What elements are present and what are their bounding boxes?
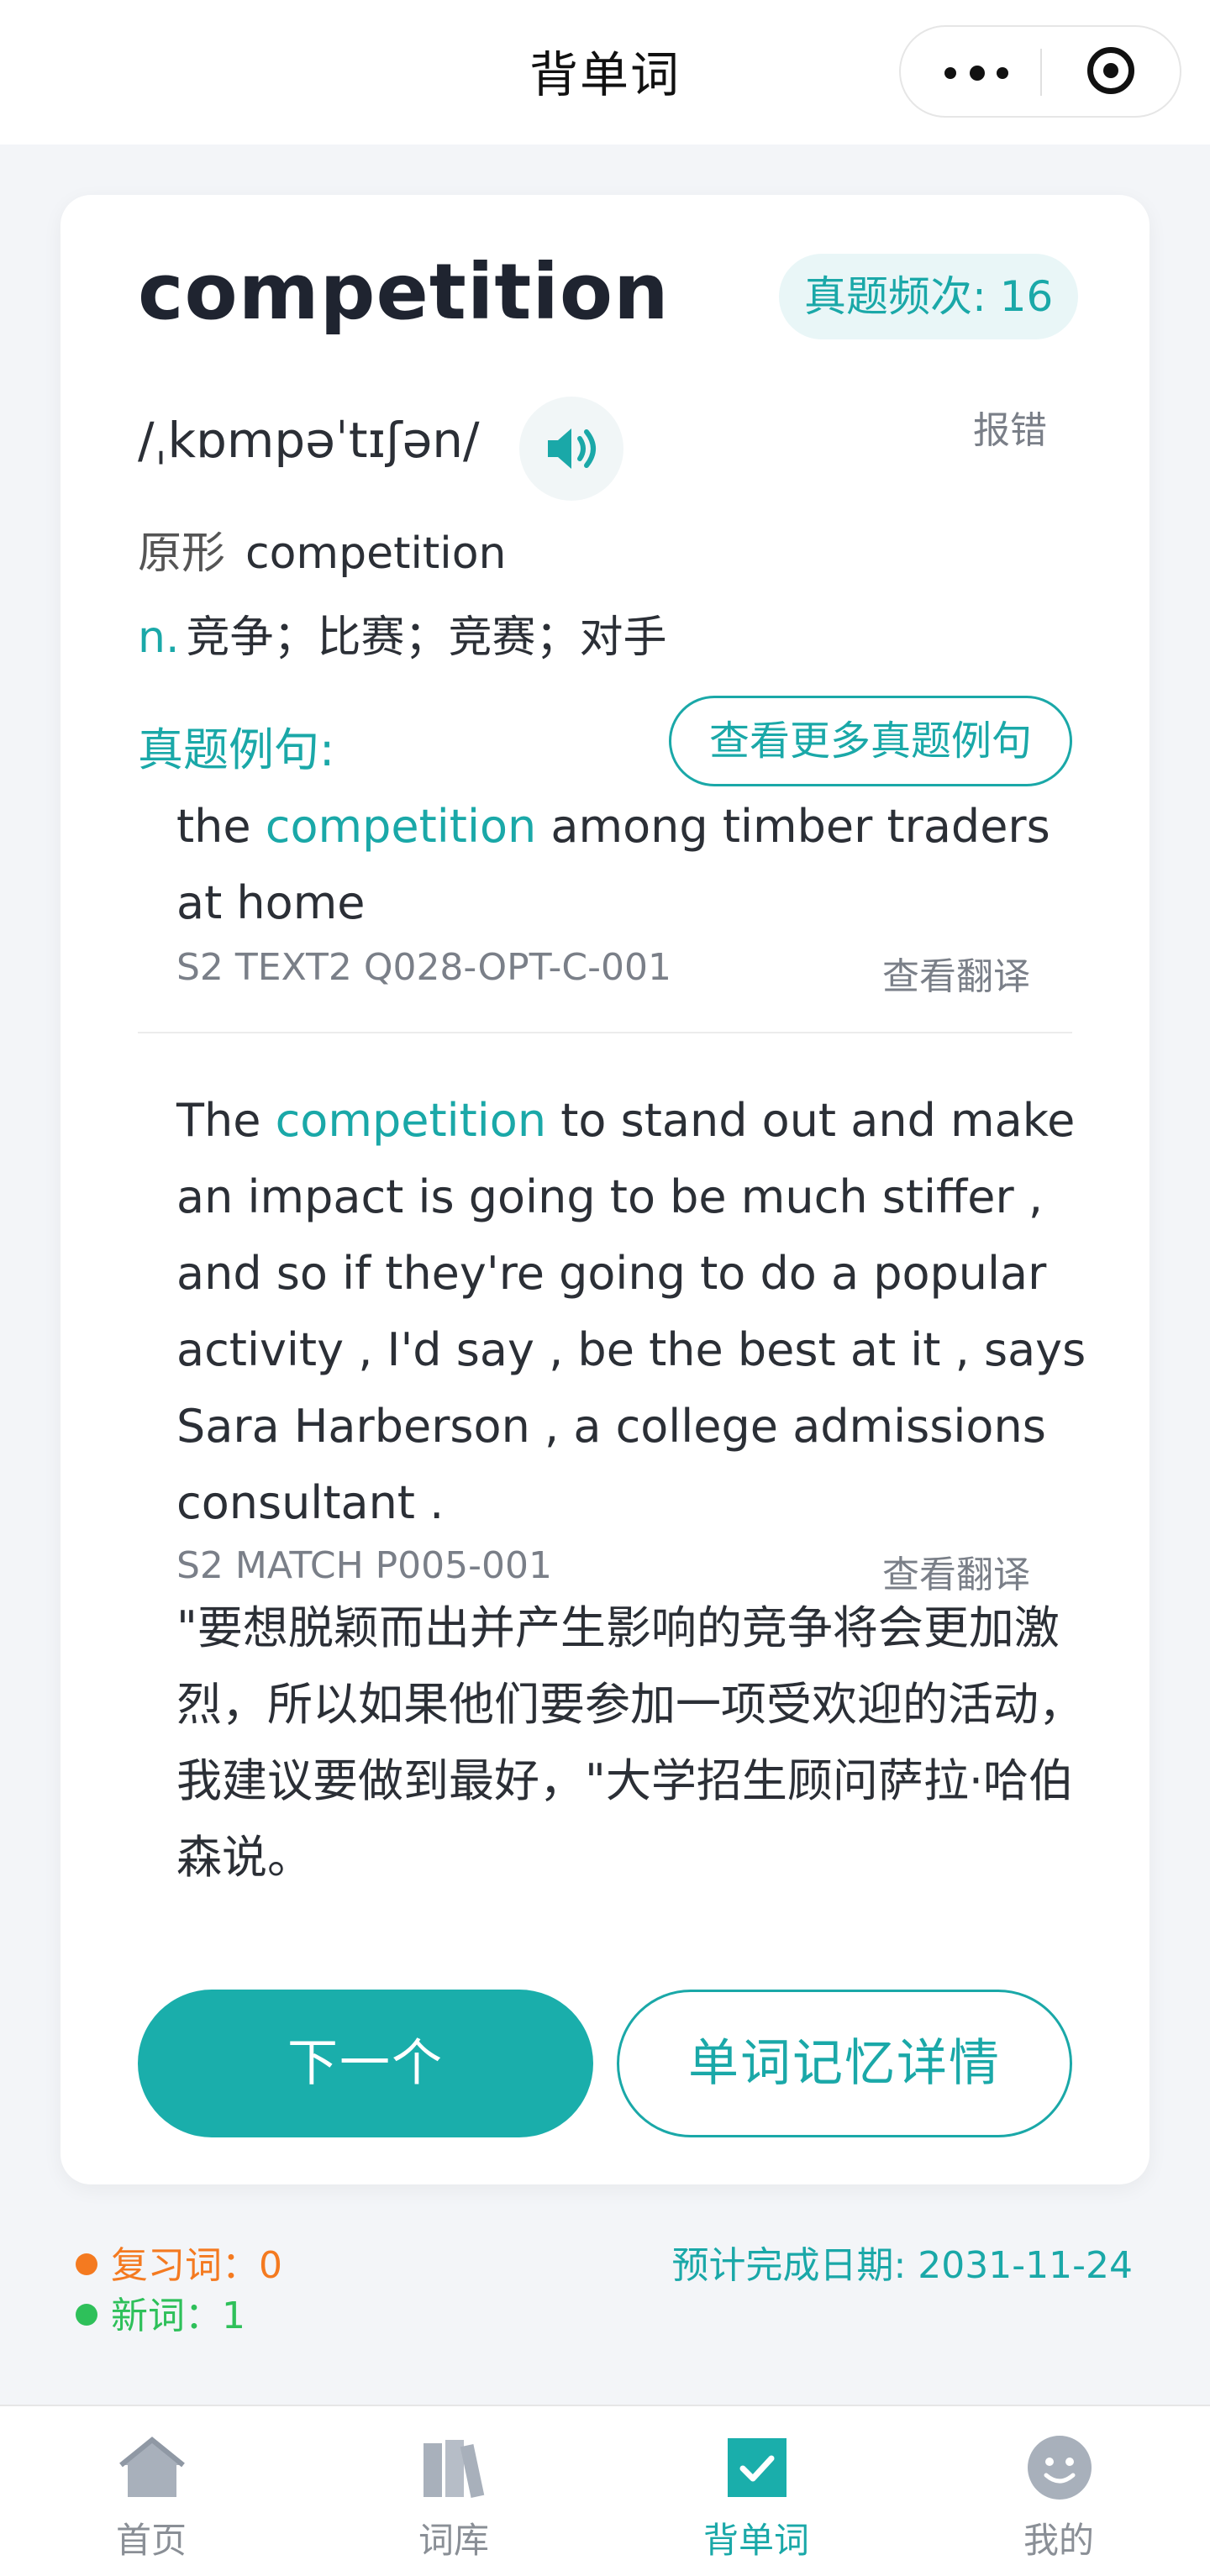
- check-icon: [728, 2438, 786, 2497]
- tab-label: 我的: [1023, 2520, 1094, 2561]
- tab-label: 背单词: [702, 2520, 809, 2561]
- example-source: S2 MATCH P005-001: [176, 1544, 553, 1587]
- tab-home[interactable]: 首页: [67, 2406, 235, 2576]
- example-text: to stand out and make an impact is going…: [176, 1094, 1086, 1529]
- review-count-text: 复习词：0: [111, 2244, 282, 2287]
- definition-text: 竞争；比赛；竞赛；对手: [186, 612, 667, 663]
- review-count: 复习词：0: [76, 2235, 282, 2289]
- original-form: 原形 competition: [138, 518, 507, 581]
- example-text: the: [176, 800, 266, 853]
- example-divider: [138, 1032, 1072, 1033]
- tab-memorize[interactable]: 背单词: [672, 2406, 840, 2576]
- speaker-icon[interactable]: [519, 397, 623, 501]
- definition: n. 竞争；比赛；竞赛；对手: [138, 602, 667, 665]
- word-title: competition: [138, 247, 670, 337]
- books-icon: [424, 2440, 485, 2498]
- review-dot-icon: [76, 2253, 97, 2275]
- example-translation: "要想脱颖而出并产生影响的竞争将会更加激烈，所以如果他们要参加一项受欢迎的活动，…: [176, 1601, 1084, 1884]
- examples-label: 真题例句:: [138, 723, 335, 776]
- original-form-value: competition: [245, 528, 507, 579]
- new-count-text: 新词：1: [111, 2295, 245, 2337]
- tab-label: 首页: [115, 2520, 187, 2561]
- example-sentence: the competition among timber traders at …: [176, 788, 1101, 941]
- next-word-button[interactable]: 下一个: [138, 1990, 593, 2137]
- original-form-label: 原形: [138, 528, 226, 579]
- example-source: S2 TEXT2 Q028-OPT-C-001: [176, 946, 671, 989]
- part-of-speech: n.: [138, 612, 180, 663]
- home-icon: [119, 2437, 185, 2497]
- view-translation-button[interactable]: 查看翻译: [882, 946, 1030, 1000]
- close-miniprogram-icon[interactable]: [1087, 47, 1134, 94]
- word-card: competition 真题频次: 16 /ˌkɒmpəˈtɪʃən/ 报错 原…: [60, 195, 1150, 2184]
- more-icon[interactable]: [944, 57, 1012, 87]
- new-count: 新词：1: [76, 2285, 245, 2339]
- memory-detail-button[interactable]: 单词记忆详情: [617, 1990, 1072, 2137]
- tab-library[interactable]: 词库: [370, 2406, 538, 2576]
- more-examples-button[interactable]: 查看更多真题例句: [669, 696, 1072, 786]
- new-dot-icon: [76, 2304, 97, 2326]
- tab-label: 词库: [418, 2520, 489, 2561]
- bottom-tab-bar: 首页 词库 背单词 我的: [0, 2405, 1210, 2576]
- top-nav-bar: 背单词: [0, 0, 1210, 145]
- example-keyword: competition: [275, 1094, 547, 1147]
- phonetic: /ˌkɒmpəˈtɪʃən/: [138, 412, 480, 469]
- mini-program-capsule: [899, 25, 1181, 118]
- example-sentence: The competition to stand out and make an…: [176, 1082, 1101, 1541]
- example-keyword: competition: [265, 800, 537, 853]
- face-icon: [1028, 2436, 1092, 2500]
- capsule-divider: [1040, 49, 1042, 96]
- example-text: The: [176, 1094, 276, 1147]
- frequency-badge: 真题频次: 16: [779, 254, 1079, 339]
- tab-profile[interactable]: 我的: [975, 2406, 1143, 2576]
- report-error-link[interactable]: 报错: [973, 400, 1047, 454]
- estimated-completion-date: 预计完成日期: 2031-11-24: [671, 2244, 1133, 2287]
